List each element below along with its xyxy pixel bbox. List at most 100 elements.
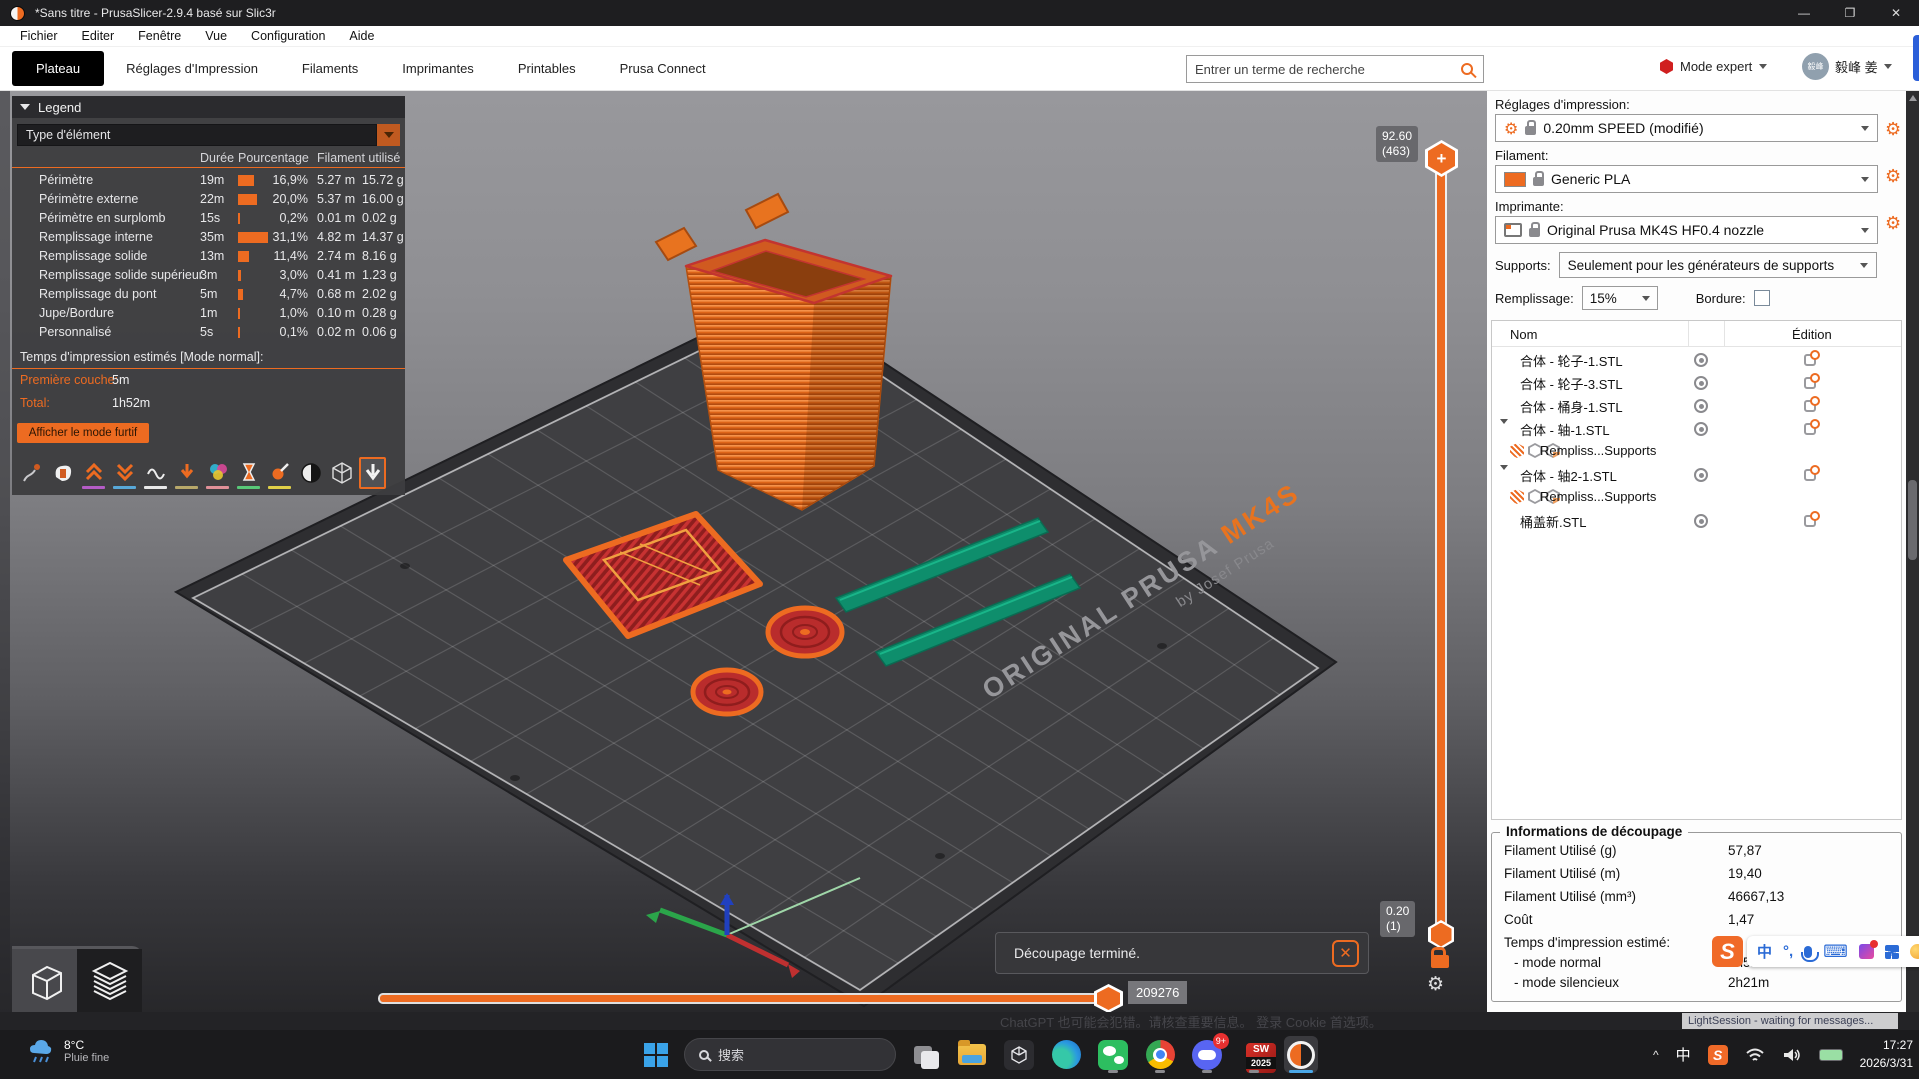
unlock-icon[interactable] — [1431, 955, 1449, 968]
eye-icon[interactable] — [1694, 399, 1708, 413]
solidworks-button[interactable]: SW2025 — [1237, 1036, 1271, 1073]
eye-icon[interactable] — [1694, 422, 1708, 436]
eye-icon[interactable] — [1694, 353, 1708, 367]
object-row[interactable]: 合体 - 桶身-1.STL — [1492, 393, 1901, 416]
weather-widget[interactable]: 8°CPluie fine — [26, 1037, 109, 1065]
edit-icon[interactable] — [1804, 469, 1816, 481]
wechat-button[interactable] — [1096, 1036, 1130, 1073]
tab-filaments[interactable]: Filaments — [280, 51, 380, 86]
mode-selector[interactable]: Mode expert — [1660, 59, 1767, 74]
sidebar-scrollbar[interactable] — [1906, 91, 1919, 1012]
retractions-icon[interactable] — [80, 457, 107, 489]
edit-icon[interactable] — [1804, 400, 1816, 412]
tab-imprimantes[interactable]: Imprimantes — [380, 51, 496, 86]
color-changes-icon[interactable] — [204, 457, 231, 489]
center-of-mass-icon[interactable] — [297, 457, 324, 489]
viewport-3d[interactable]: ORIGINAL PRUSA MK4S by Josef Prusa — [0, 91, 1487, 1012]
move-slider-track[interactable] — [380, 995, 1104, 1002]
notification-close-button[interactable]: ✕ — [1332, 940, 1359, 967]
view-type-dropdown-button[interactable] — [377, 124, 400, 146]
wifi-icon[interactable] — [1745, 1047, 1765, 1063]
legend-row[interactable]: Personnalisé5s0,1%0.02 m0.06 g — [12, 323, 405, 342]
object-child-row[interactable]: Rempliss...Supports — [1492, 439, 1901, 462]
volume-icon[interactable] — [1782, 1047, 1802, 1063]
edge-button[interactable] — [1049, 1036, 1083, 1073]
scroll-up-icon[interactable] — [1909, 95, 1917, 101]
filament-combo[interactable]: Generic PLA — [1495, 165, 1878, 193]
legend-toggle-icon[interactable] — [359, 457, 386, 489]
legend-row[interactable]: Remplissage solide supérieur3m3,0%0.41 m… — [12, 266, 405, 285]
edit-printer-button[interactable]: ⚙ — [1885, 213, 1901, 234]
eye-icon[interactable] — [1694, 468, 1708, 482]
wipe-icon[interactable] — [49, 457, 76, 489]
start-button[interactable] — [644, 1043, 668, 1067]
brim-checkbox[interactable] — [1754, 290, 1770, 306]
edit-column-header[interactable]: Édition — [1792, 327, 1832, 342]
shells-icon[interactable] — [328, 457, 355, 489]
minimize-button[interactable]: — — [1781, 0, 1827, 26]
print-settings-combo[interactable]: ⚙ 0.20mm SPEED (modifié) — [1495, 114, 1878, 142]
edit-icon[interactable] — [1804, 423, 1816, 435]
view-type-dropdown[interactable]: Type d'élément — [17, 124, 377, 146]
supports-dropdown[interactable]: Seulement pour les générateurs de suppor… — [1559, 252, 1877, 278]
chrome-button[interactable] — [1143, 1036, 1177, 1073]
legend-header[interactable]: Legend — [12, 96, 405, 118]
legend-row[interactable]: Remplissage solide13m11,4%2.74 m8.16 g — [12, 247, 405, 266]
emoji-icon[interactable] — [1910, 944, 1919, 959]
legend-row[interactable]: Remplissage interne35m31,1%4.82 m14.37 g — [12, 228, 405, 247]
object-row[interactable]: 合体 - 轮子-3.STL — [1492, 370, 1901, 393]
microphone-icon[interactable] — [1804, 946, 1812, 958]
seams-icon[interactable] — [142, 457, 169, 489]
keyboard-icon[interactable]: ⌨ — [1823, 942, 1848, 962]
taskbar-search[interactable]: 搜索 — [684, 1038, 896, 1071]
ime-apps-icon[interactable] — [1885, 945, 1899, 959]
printer-combo[interactable]: Original Prusa MK4S HF0.4 nozzle — [1495, 216, 1878, 244]
task-view-button[interactable] — [908, 1036, 942, 1073]
tool-changes-icon[interactable] — [173, 457, 200, 489]
ime-skin-icon[interactable] — [1859, 944, 1874, 959]
menu-fenetre[interactable]: Fenêtre — [126, 29, 193, 43]
editor-view-button[interactable] — [12, 949, 77, 1012]
legend-row[interactable]: Jupe/Bordure1m1,0%0.10 m0.28 g — [12, 304, 405, 323]
ime-language-icon[interactable]: 中 — [1757, 941, 1772, 962]
slider-gear-icon[interactable]: ⚙ — [1427, 973, 1444, 995]
expand-caret-icon[interactable] — [1500, 465, 1508, 485]
edit-icon[interactable] — [1804, 377, 1816, 389]
legend-row[interactable]: Périmètre en surplomb15s0,2%0.01 m0.02 g — [12, 209, 405, 228]
eye-icon[interactable] — [1694, 376, 1708, 390]
object-row[interactable]: 合体 - 轴-1.STL — [1492, 416, 1901, 439]
ime-punctuation-icon[interactable]: °, — [1783, 943, 1793, 960]
taskbar-clock[interactable]: 17:27 2026/3/31 — [1860, 1037, 1913, 1072]
object-row[interactable]: 桶盖新.STL — [1492, 508, 1901, 531]
tab-prusa-connect[interactable]: Prusa Connect — [598, 51, 728, 86]
file-explorer-button[interactable] — [955, 1036, 989, 1073]
eye-icon[interactable] — [1694, 514, 1708, 528]
ime-indicator[interactable]: 中 — [1676, 1044, 1691, 1065]
object-child-row[interactable]: Rempliss...Supports — [1492, 485, 1901, 508]
cube-app-button[interactable] — [1002, 1036, 1036, 1073]
travel-moves-icon[interactable] — [18, 457, 45, 489]
scrollbar-thumb[interactable] — [1908, 480, 1917, 560]
object-row[interactable]: 合体 - 轮子-1.STL — [1492, 347, 1901, 370]
edit-print-settings-button[interactable]: ⚙ — [1885, 119, 1901, 140]
menu-vue[interactable]: Vue — [193, 29, 239, 43]
edit-filament-button[interactable]: ⚙ — [1885, 166, 1901, 187]
preview-view-button[interactable] — [77, 949, 142, 1012]
battery-icon[interactable] — [1819, 1049, 1843, 1061]
tab-reglages-impression[interactable]: Réglages d'Impression — [104, 51, 280, 86]
menu-aide[interactable]: Aide — [337, 29, 386, 43]
close-button[interactable]: ✕ — [1873, 0, 1919, 26]
tray-expand-icon[interactable]: ^ — [1653, 1048, 1659, 1062]
sogou-tray-icon[interactable]: S — [1708, 1045, 1728, 1065]
menu-fichier[interactable]: Fichier — [8, 29, 70, 43]
prusaslicer-taskbar-button[interactable] — [1284, 1036, 1318, 1073]
deretractions-icon[interactable] — [111, 457, 138, 489]
menu-configuration[interactable]: Configuration — [239, 29, 337, 43]
legend-row[interactable]: Remplissage du pont5m4,7%0.68 m2.02 g — [12, 285, 405, 304]
sogou-icon[interactable]: S — [1712, 936, 1743, 967]
discord-button[interactable]: 9+ — [1190, 1036, 1224, 1073]
menu-editer[interactable]: Editer — [70, 29, 127, 43]
object-row[interactable]: 合体 - 轴2-1.STL — [1492, 462, 1901, 485]
custom-gcode-icon[interactable] — [266, 457, 293, 489]
edit-icon[interactable] — [1804, 515, 1816, 527]
